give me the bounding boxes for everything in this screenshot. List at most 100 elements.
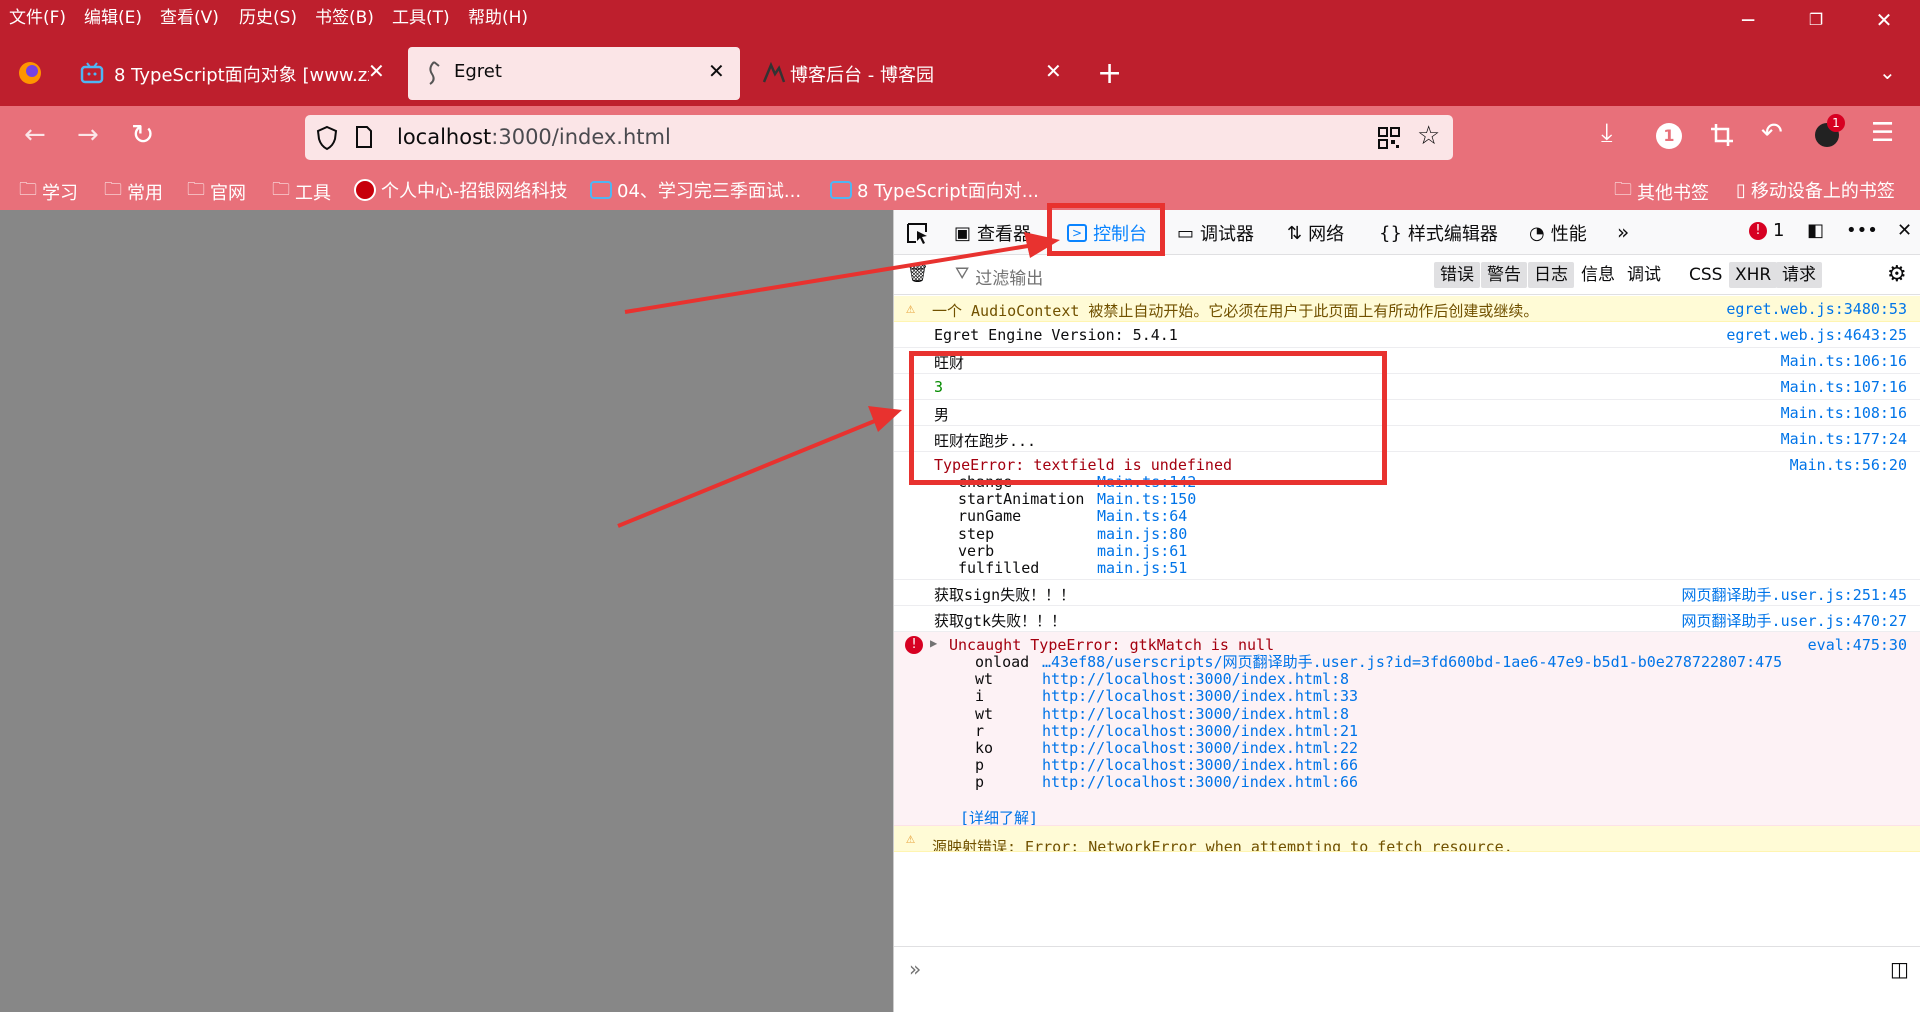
- bookmark-folder-tools[interactable]: 🗀 工具: [272, 177, 331, 207]
- close-tab-icon[interactable]: ✕: [708, 59, 725, 83]
- menu-edit[interactable]: 编辑(E): [84, 3, 142, 28]
- devtools-tab-performance[interactable]: ◔ 性能: [1529, 220, 1587, 246]
- source-link[interactable]: Main.ts:107:16: [1781, 378, 1907, 396]
- devtools-tab-style-editor[interactable]: {} 样式编辑器: [1379, 220, 1498, 246]
- stack-location[interactable]: http://localhost:3000/index.html:8: [1042, 670, 1349, 688]
- bookmark-mobile[interactable]: ▯ 移动设备上的书签: [1736, 177, 1895, 203]
- bookmark-folder-official[interactable]: 🗀 官网: [187, 177, 246, 207]
- expand-triangle-icon[interactable]: ▶: [930, 636, 937, 650]
- stack-location[interactable]: main.js:51: [1097, 559, 1187, 577]
- tab-egret[interactable]: Egret ✕: [408, 47, 740, 100]
- source-link[interactable]: Main.ts:56:20: [1790, 456, 1907, 474]
- filter-debug-button[interactable]: 调试: [1621, 262, 1667, 288]
- bookmark-bilibili-1[interactable]: 04、学习完三季面试...: [590, 177, 801, 203]
- source-link[interactable]: eval:475:30: [1808, 636, 1907, 654]
- source-link[interactable]: Main.ts:177:24: [1781, 430, 1907, 448]
- bookmark-bilibili-2[interactable]: 8 TypeScript面向对...: [830, 177, 1039, 203]
- filter-info-button[interactable]: 信息: [1575, 262, 1621, 288]
- error-count-indicator[interactable]: ! 1: [1749, 220, 1784, 241]
- bookmark-label: 04、学习完三季面试...: [617, 181, 802, 202]
- page-icon[interactable]: [355, 126, 373, 148]
- devtools-tab-inspector[interactable]: ▣ 查看器: [954, 220, 1031, 246]
- forward-icon[interactable]: →: [77, 120, 99, 150]
- filter-warnings-button[interactable]: 警告: [1481, 262, 1527, 288]
- filter-requests-button[interactable]: 请求: [1776, 262, 1822, 288]
- close-tab-icon[interactable]: ✕: [1045, 59, 1062, 83]
- stack-location[interactable]: http://localhost:3000/index.html:22: [1042, 739, 1358, 757]
- devtools-tab-debugger[interactable]: ▭ 调试器: [1177, 220, 1254, 246]
- tab-cnblogs[interactable]: 博客后台 - 博客园 ✕: [757, 47, 1075, 100]
- trash-icon[interactable]: 🗑: [906, 263, 929, 284]
- source-link[interactable]: egret.web.js:3480:53: [1726, 300, 1907, 318]
- source-link[interactable]: 网页翻译助手.user.js:251:45: [1682, 584, 1907, 605]
- undo-icon[interactable]: ↶: [1761, 118, 1783, 148]
- new-tab-icon[interactable]: +: [1097, 56, 1122, 91]
- stack-location[interactable]: …43ef88/userscripts/网页翻译助手.user.js?id=3f…: [1042, 653, 1782, 671]
- menu-bookmarks[interactable]: 书签(B): [315, 3, 374, 28]
- hamburger-menu-icon[interactable]: ☰: [1871, 118, 1894, 148]
- source-link[interactable]: egret.web.js:4643:25: [1726, 326, 1907, 344]
- stack-location[interactable]: main.js:61: [1097, 542, 1187, 560]
- source-link[interactable]: Main.ts:108:16: [1781, 404, 1907, 422]
- url-text[interactable]: localhost:3000/index.html: [397, 125, 671, 149]
- filter-logs-button[interactable]: 日志: [1528, 262, 1574, 288]
- close-devtools-icon[interactable]: ✕: [1897, 220, 1912, 241]
- dock-icon[interactable]: ◧: [1807, 220, 1824, 241]
- stack-location[interactable]: Main.ts:150: [1097, 490, 1196, 508]
- settings-gear-icon[interactable]: ⚙: [1887, 262, 1907, 287]
- more-tabs-icon[interactable]: »: [1617, 220, 1629, 244]
- star-icon[interactable]: ☆: [1417, 121, 1440, 151]
- learn-more-link[interactable]: [详细了解]: [960, 807, 1038, 828]
- url-bar[interactable]: localhost:3000/index.html ☆: [305, 115, 1453, 160]
- back-icon[interactable]: ←: [24, 120, 46, 150]
- chevron-down-icon[interactable]: ⌄: [1879, 60, 1896, 84]
- filter-icon: ⛛: [955, 264, 970, 284]
- editor-mode-icon[interactable]: ◫: [1890, 957, 1909, 981]
- bookmark-other[interactable]: 🗀 其他书签: [1614, 177, 1709, 207]
- source-link[interactable]: 网页翻译助手.user.js:470:27: [1682, 610, 1907, 631]
- filter-input[interactable]: ⛛ 过滤输出: [955, 264, 1043, 289]
- menu-history[interactable]: 历史(S): [239, 3, 297, 28]
- more-options-icon[interactable]: •••: [1846, 220, 1878, 241]
- bookmark-folder-common[interactable]: 🗀 常用: [104, 177, 163, 207]
- stack-location[interactable]: Main.ts:64: [1097, 507, 1187, 525]
- stack-location[interactable]: http://localhost:3000/index.html:66: [1042, 773, 1358, 791]
- stack-location[interactable]: main.js:80: [1097, 525, 1187, 543]
- tab-typescript[interactable]: 8 TypeScript面向对象 [www.zx ✕: [68, 47, 391, 100]
- mobile-icon: ▯: [1736, 179, 1746, 201]
- menu-tools[interactable]: 工具(T): [392, 3, 450, 28]
- source-link[interactable]: Main.ts:106:16: [1781, 352, 1907, 370]
- stack-fn: wt: [975, 704, 994, 723]
- stack-location[interactable]: http://localhost:3000/index.html:8: [1042, 705, 1349, 723]
- stack-location[interactable]: http://localhost:3000/index.html:21: [1042, 722, 1358, 740]
- filter-errors-button[interactable]: 错误: [1434, 262, 1480, 288]
- console-input[interactable]: » ◫: [894, 946, 1920, 1012]
- qr-code-icon[interactable]: [1378, 127, 1400, 149]
- bookmark-label: 其他书签: [1637, 183, 1709, 204]
- bookmark-label: 官网: [210, 183, 246, 204]
- shield-icon[interactable]: [315, 125, 339, 151]
- firefox-icon[interactable]: [17, 60, 43, 86]
- close-tab-icon[interactable]: ✕: [368, 59, 385, 83]
- stack-location[interactable]: http://localhost:3000/index.html:33: [1042, 687, 1358, 705]
- filter-xhr-button[interactable]: XHR: [1729, 262, 1778, 288]
- error-message: Uncaught TypeError: gtkMatch is null: [949, 636, 1275, 654]
- stack-location[interactable]: http://localhost:3000/index.html:66: [1042, 756, 1358, 774]
- page-viewport[interactable]: [0, 210, 893, 1012]
- menu-view[interactable]: 查看(V): [160, 3, 219, 28]
- reload-icon[interactable]: ↻: [131, 118, 154, 151]
- bookmark-label: 工具: [295, 183, 331, 204]
- filter-css-button[interactable]: CSS: [1683, 262, 1728, 288]
- extension-badge: 1: [1827, 114, 1845, 132]
- crop-icon[interactable]: [1709, 122, 1735, 148]
- console-log: Egret Engine Version: 5.4.1 egret.web.js…: [894, 322, 1920, 348]
- element-picker-icon[interactable]: [906, 222, 930, 244]
- bookmark-cmb[interactable]: 个人中心-招银网络科技: [354, 177, 568, 203]
- devtools-tab-network[interactable]: ⇅ 网络: [1287, 220, 1344, 246]
- download-icon[interactable]: ⤓: [1601, 118, 1613, 149]
- notification-badge[interactable]: 1: [1656, 123, 1682, 149]
- menu-file[interactable]: 文件(F): [9, 3, 66, 28]
- menu-help[interactable]: 帮助(H): [468, 3, 528, 28]
- warning-message: 源映射错误: Error: NetworkError when attempti…: [932, 838, 1513, 852]
- bookmark-folder-study[interactable]: 🗀 学习: [19, 177, 78, 207]
